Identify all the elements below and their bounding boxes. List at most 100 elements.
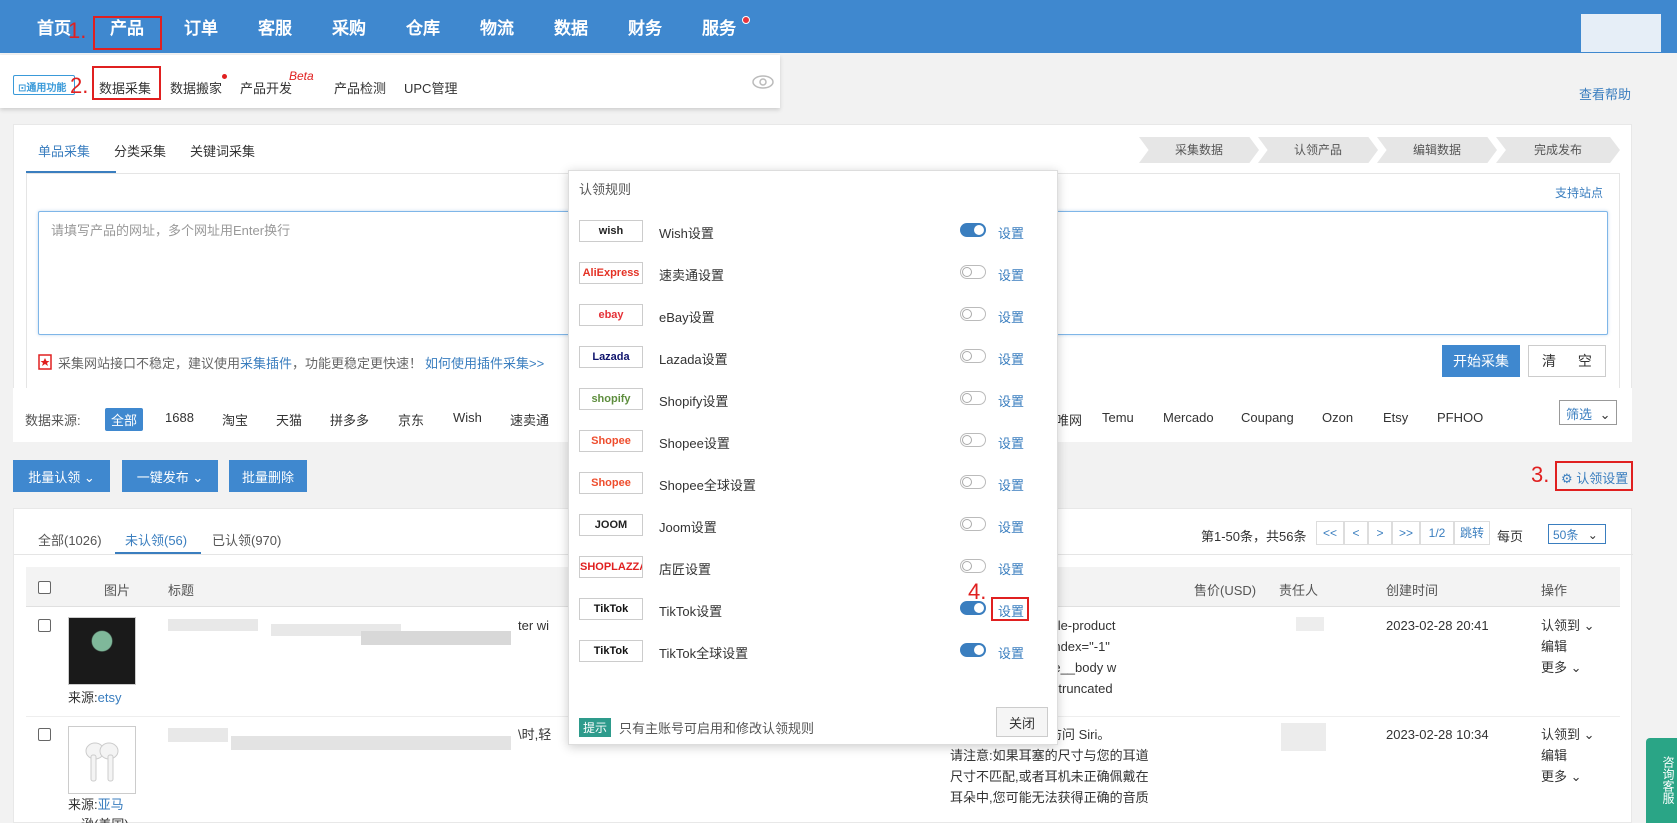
step-edit-data: 编辑数据	[1377, 137, 1497, 163]
pager-next[interactable]: >	[1368, 521, 1392, 545]
jump-button[interactable]: 跳转	[1454, 521, 1490, 545]
source-tmall[interactable]: 天猫	[276, 410, 302, 429]
rule-toggle[interactable]	[960, 433, 986, 447]
user-avatar[interactable]	[1581, 14, 1661, 52]
pager-first[interactable]: <<	[1316, 521, 1344, 545]
tab-all[interactable]: 全部(1026)	[38, 530, 102, 549]
help-link[interactable]: 查看帮助	[1579, 84, 1631, 103]
filter-select[interactable]: 筛选 ⌄	[1559, 400, 1617, 425]
submenu-product-inspection[interactable]: 产品检测	[334, 78, 386, 97]
per-page-select[interactable]: 50条 ⌄	[1548, 524, 1606, 544]
source-etsy[interactable]: Etsy	[1383, 410, 1408, 425]
nav-orders[interactable]: 订单	[184, 14, 218, 39]
clear-button[interactable]: 清 空	[1528, 345, 1606, 377]
source-mercado[interactable]: Mercado	[1163, 410, 1214, 425]
rule-toggle[interactable]	[960, 391, 986, 405]
start-collect-button[interactable]: 开始采集	[1442, 345, 1520, 377]
batch-delete-button[interactable]: 批量删除	[229, 460, 307, 492]
nav-customer-service[interactable]: 客服	[258, 14, 292, 39]
page-number[interactable]: 1/2	[1420, 521, 1454, 545]
tab-claimed[interactable]: 已认领(970)	[212, 530, 281, 549]
more-link[interactable]: 更多 ⌄	[1541, 766, 1582, 788]
rule-row: shopify Shopify设置 设置	[569, 385, 1059, 415]
more-link[interactable]: 更多 ⌄	[1541, 657, 1582, 679]
nav-home[interactable]: 首页	[37, 14, 71, 39]
nav-logistics[interactable]: 物流	[480, 14, 514, 39]
how-to-use-plugin-link[interactable]: 如何使用插件采集>>	[425, 353, 544, 372]
eye-icon[interactable]	[752, 75, 774, 89]
rule-settings-link[interactable]: 设置	[998, 475, 1024, 494]
source-temu[interactable]: Temu	[1102, 410, 1134, 425]
source-aliexpress[interactable]: 速卖通	[510, 410, 549, 429]
row-title-fragment: ter wi	[518, 618, 550, 633]
tab-unclaimed[interactable]: 未认领(56)	[125, 530, 187, 549]
bookmark-icon	[38, 354, 52, 370]
batch-claim-button[interactable]: 批量认领 ⌄	[13, 460, 110, 492]
source-link[interactable]: etsy	[98, 690, 122, 705]
rule-row: wish Wish设置 设置	[569, 217, 1059, 247]
source-all[interactable]: 全部	[105, 408, 144, 431]
close-button[interactable]: 关闭	[996, 707, 1048, 737]
rule-settings-link[interactable]: 设置	[998, 265, 1024, 284]
pager-prev[interactable]: <	[1344, 521, 1368, 545]
rule-settings-link[interactable]: 设置	[998, 223, 1024, 242]
submenu-upc-management[interactable]: UPC管理	[404, 78, 457, 97]
source-ozon[interactable]: Ozon	[1322, 410, 1353, 425]
product-image[interactable]	[68, 726, 136, 794]
row-checkbox[interactable]	[38, 728, 51, 741]
step-marker-2: 2.	[70, 73, 89, 98]
nav-services[interactable]: 服务	[702, 14, 736, 39]
submenu-data-migration[interactable]: 数据搬家	[170, 78, 222, 97]
rule-settings-link[interactable]: 设置	[998, 349, 1024, 368]
source-partial[interactable]: 唯网	[1056, 410, 1082, 429]
rule-toggle[interactable]	[960, 559, 986, 573]
plugin-link[interactable]: 采集插件	[240, 356, 292, 371]
rule-toggle[interactable]	[960, 475, 986, 489]
general-functions-button[interactable]: ⊡通用功能	[13, 75, 75, 95]
nav-finance[interactable]: 财务	[628, 14, 662, 39]
rule-toggle[interactable]	[960, 349, 986, 363]
source-link[interactable]: 亚马	[98, 797, 124, 812]
rule-settings-link[interactable]: 设置	[998, 307, 1024, 326]
claim-to-link[interactable]: 认领到 ⌄	[1541, 724, 1595, 746]
claim-to-link[interactable]: 认领到 ⌄	[1541, 615, 1595, 637]
rule-settings-link[interactable]: 设置	[998, 433, 1024, 452]
claim-settings-button[interactable]: ⚙ 认领设置	[1555, 461, 1633, 491]
rule-settings-link[interactable]: 设置	[998, 559, 1024, 578]
highlight-data-collection	[92, 66, 161, 100]
row-source-cont[interactable]: 逊(美国)	[81, 814, 129, 823]
row-checkbox[interactable]	[38, 619, 51, 632]
rule-toggle[interactable]	[960, 517, 986, 531]
rule-settings-link[interactable]: 设置	[998, 391, 1024, 410]
source-wish[interactable]: Wish	[453, 410, 482, 425]
nav-warehouse[interactable]: 仓库	[406, 14, 440, 39]
supported-sites-link[interactable]: 支持站点	[1555, 184, 1603, 201]
source-jd[interactable]: 京东	[398, 410, 424, 429]
product-image[interactable]	[68, 617, 136, 685]
tab-keyword-collect[interactable]: 关键词采集	[190, 141, 255, 160]
source-taobao[interactable]: 淘宝	[222, 410, 248, 429]
rule-toggle[interactable]	[960, 307, 986, 321]
one-click-publish-button[interactable]: 一键发布 ⌄	[122, 460, 218, 492]
rule-toggle[interactable]	[960, 265, 986, 279]
source-pfhoo[interactable]: PFHOO	[1437, 410, 1483, 425]
rule-settings-link[interactable]: 设置	[998, 643, 1024, 662]
source-coupang[interactable]: Coupang	[1241, 410, 1294, 425]
header-price: 售价(USD)	[1194, 583, 1257, 598]
select-all-checkbox[interactable]	[38, 581, 51, 594]
tab-single-collect[interactable]: 单品采集	[38, 141, 90, 160]
rule-toggle[interactable]	[960, 223, 986, 237]
nav-data[interactable]: 数据	[554, 14, 588, 39]
rule-toggle[interactable]	[960, 643, 986, 657]
rule-settings-link[interactable]: 设置	[998, 517, 1024, 536]
edit-link[interactable]: 编辑	[1541, 636, 1567, 658]
header-owner: 责任人	[1279, 583, 1319, 598]
source-1688[interactable]: 1688	[165, 410, 194, 425]
nav-purchase[interactable]: 采购	[332, 14, 366, 39]
submenu-product-development[interactable]: 产品开发	[240, 78, 292, 97]
edit-link[interactable]: 编辑	[1541, 745, 1567, 767]
consult-service-button[interactable]: 咨询客服	[1646, 738, 1677, 823]
source-pinduoduo[interactable]: 拼多多	[330, 410, 369, 429]
tab-category-collect[interactable]: 分类采集	[114, 141, 166, 160]
pager-last[interactable]: >>	[1392, 521, 1420, 545]
